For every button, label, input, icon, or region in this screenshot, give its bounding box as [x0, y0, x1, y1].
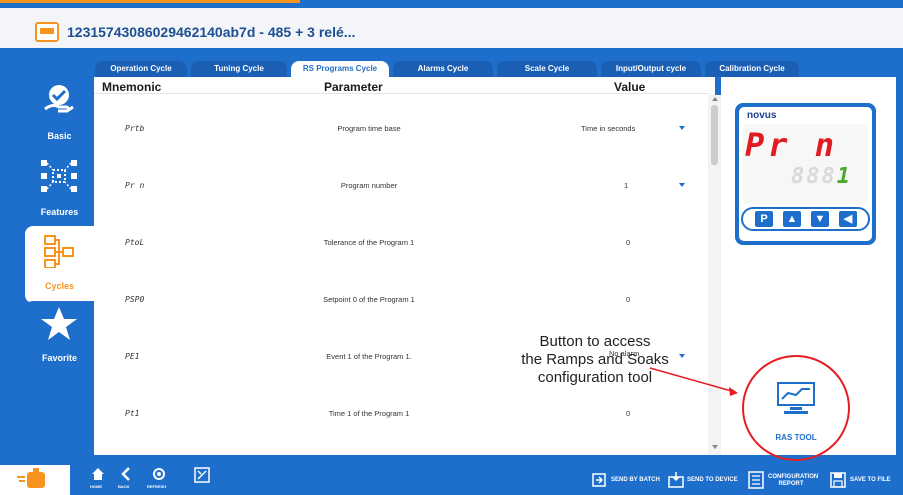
top-stripe [0, 0, 903, 8]
column-header-parameter: Parameter [324, 80, 383, 94]
refresh-label: REFRESH [147, 484, 167, 489]
up-key[interactable]: ▲ [783, 211, 801, 227]
top-accent [0, 0, 300, 3]
send-by-batch-label: SEND BY BATCH [611, 477, 660, 483]
table-row: Prtb Program time base Time in seconds [94, 100, 709, 157]
monitor-chart-icon [777, 382, 815, 414]
header-divider [94, 93, 709, 94]
back-label: BACK [118, 484, 130, 489]
save-to-file-button[interactable]: SAVE TO FILE [830, 465, 900, 495]
parameter-cell: Program time base [337, 124, 401, 133]
device-title: 12315743086029462140ab7d - 485 + 3 relé.… [67, 24, 356, 40]
configuration-report-label: CONFIGURATION REPORT [768, 474, 819, 487]
save-icon [830, 472, 846, 488]
table-row: Pr n Program number 1 [94, 157, 709, 214]
device-icon [35, 22, 59, 42]
scroll-down-icon[interactable] [712, 445, 718, 449]
send-batch-icon [592, 473, 606, 487]
refresh-button[interactable]: REFRESH [146, 465, 174, 495]
back-key[interactable]: ◀ [839, 211, 857, 227]
bottom-toolbar: HOME BACK REFRESH SEND BY BATCH SEND TO … [0, 465, 903, 495]
sidebar-item-label: Favorite [41, 353, 77, 363]
down-key[interactable]: ▼ [811, 211, 829, 227]
tab-scale-cycle[interactable]: Scale Cycle [497, 61, 597, 77]
home-icon [92, 468, 104, 480]
annotation-line: configuration tool [537, 369, 653, 386]
network-icon [41, 160, 77, 192]
annotation-text: Button to access the Ramps and Soaks con… [490, 333, 700, 387]
tab-alarms-cycle[interactable]: Alarms Cycle [393, 61, 493, 77]
parameter-cell: Time 1 of the Program 1 [328, 409, 410, 418]
save-to-file-label: SAVE TO FILE [850, 477, 891, 483]
ras-tool-label: RAS TOOL [775, 433, 817, 442]
sidebar-item-label: Features [40, 207, 79, 217]
send-to-device-label: SEND TO DEVICE [687, 477, 738, 483]
secondary-dim: 888 [791, 164, 837, 189]
chevron-down-icon[interactable] [679, 183, 685, 187]
refresh-icon [153, 468, 165, 480]
controller-preview: novus Pr n 8881 P ▲ ▼ ◀ [735, 103, 876, 245]
main-display: Pr n [745, 126, 839, 164]
chevron-down-icon[interactable] [679, 126, 685, 130]
parameter-cell: Event 1 of the Program 1. [326, 352, 412, 361]
report-icon [748, 471, 764, 489]
mnemonic-cell: PSP0 [125, 295, 145, 304]
column-header-mnemonic: Mnemonic [102, 80, 162, 94]
mnemonic-cell: PE1 [125, 352, 140, 361]
tab-operation-cycle[interactable]: Operation Cycle [95, 61, 187, 77]
hand-check-icon [44, 85, 74, 113]
parameter-cell: Tolerance of the Program 1 [323, 238, 415, 247]
mnemonic-cell: Pr n [125, 181, 145, 190]
value-select[interactable]: Time in seconds [581, 124, 681, 133]
mnemonic-cell: Pt1 [125, 409, 140, 418]
sidebar-item-label: Basic [47, 131, 72, 141]
sidebar-item-label: Cycles [44, 281, 75, 291]
table-row: PtoL Tolerance of the Program 1 0 [94, 214, 709, 271]
secondary-lit: 1 [836, 164, 852, 189]
sidebar-item-cycles[interactable]: Cycles [25, 226, 94, 303]
scrollbar[interactable] [708, 95, 721, 455]
back-icon [121, 467, 130, 481]
mnemonic-cell: PtoL [125, 238, 145, 247]
send-by-batch-button[interactable]: SEND BY BATCH [592, 465, 662, 495]
sidebar-item-features[interactable]: Features [25, 152, 94, 224]
controller-face: novus Pr n 8881 P ▲ ▼ ◀ [739, 107, 872, 241]
parameter-cell: Program number [340, 181, 398, 190]
quicktune-logo [0, 465, 70, 495]
cycles-icon [44, 235, 74, 268]
secondary-display: 8881 [791, 164, 852, 189]
tab-rs-programs-cycle[interactable]: RS Programs Cycle [291, 61, 389, 77]
back-button[interactable]: BACK [117, 465, 137, 495]
key-row: P ▲ ▼ ◀ [741, 207, 870, 231]
settings-icon [194, 467, 210, 483]
parameter-table: Mnemonic Parameter Value Prtb Program ti… [94, 77, 715, 455]
table-row: Pt1 Time 1 of the Program 1 0 [94, 385, 709, 442]
ras-tool-button[interactable]: RAS TOOL [742, 355, 850, 461]
annotation-line: Button to access [539, 333, 651, 350]
table-row: PSP0 Setpoint 0 of the Program 1 0 [94, 271, 709, 328]
scroll-thumb[interactable] [711, 105, 718, 165]
tab-tuning-cycle[interactable]: Tuning Cycle [191, 61, 287, 77]
brand-logo: novus [747, 110, 777, 121]
send-device-icon [668, 472, 684, 488]
header: 12315743086029462140ab7d - 485 + 3 relé.… [0, 8, 903, 48]
sidebar-item-basic[interactable]: Basic [25, 75, 94, 147]
tab-calibration-cycle[interactable]: Calibration Cycle [705, 61, 799, 77]
settings-button[interactable] [192, 465, 212, 495]
p-key[interactable]: P [755, 211, 773, 227]
send-to-device-button[interactable]: SEND TO DEVICE [668, 465, 740, 495]
lcd-display: Pr n 8881 [743, 124, 868, 204]
annotation-line: the Ramps and Soaks [521, 351, 669, 368]
mnemonic-cell: Prtb [125, 124, 145, 133]
sidebar-item-favorite[interactable]: Favorite [25, 301, 94, 373]
scroll-up-icon[interactable] [712, 97, 718, 101]
star-icon [41, 307, 77, 340]
parameter-cell: Setpoint 0 of the Program 1 [323, 295, 415, 304]
home-button[interactable]: HOME [89, 465, 109, 495]
column-header-value: Value [614, 80, 646, 94]
home-label: HOME [90, 484, 102, 489]
tab-input-output-cycle[interactable]: Input/Output cycle [601, 61, 701, 77]
configuration-report-button[interactable]: CONFIGURATION REPORT [748, 465, 820, 495]
